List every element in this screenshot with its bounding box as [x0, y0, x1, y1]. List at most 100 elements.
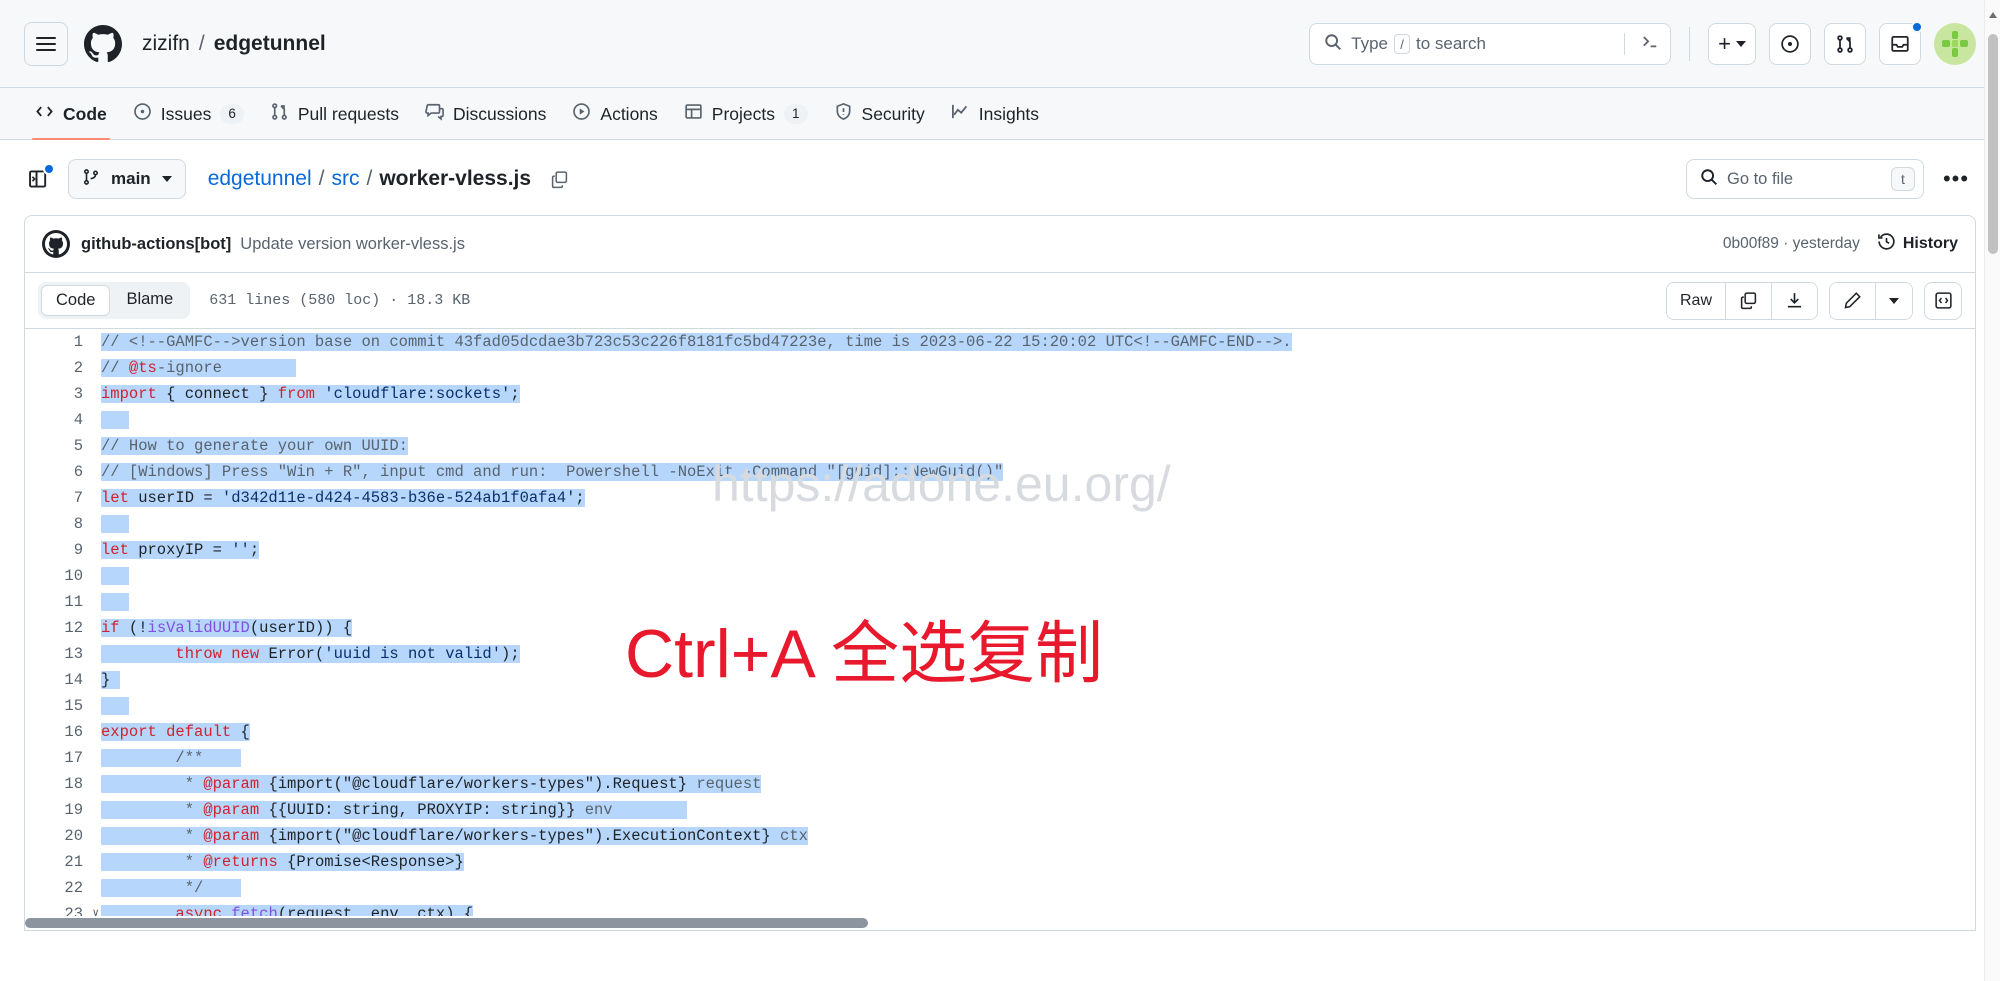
breadcrumb-repo[interactable]: edgetunnel	[214, 32, 326, 56]
terminal-prompt-icon[interactable]	[1640, 32, 1660, 57]
line-number[interactable]: 9	[25, 537, 101, 563]
line-content[interactable]: // [Windows] Press "Win + R", input cmd …	[101, 459, 1004, 485]
line-number[interactable]: 2	[25, 355, 101, 381]
code-token	[314, 385, 325, 403]
line-number[interactable]: 23 ∨	[25, 901, 101, 917]
search-input[interactable]: Type / to search	[1309, 23, 1672, 65]
tab-code-view[interactable]: Code	[41, 285, 111, 316]
edit-dropdown-button[interactable]	[1876, 282, 1912, 319]
code-symbols-icon[interactable]	[1924, 281, 1962, 320]
download-icon[interactable]	[1772, 282, 1817, 319]
tab-pull-requests-label: Pull requests	[297, 103, 400, 124]
line-number[interactable]: 6	[25, 459, 101, 485]
code-token	[203, 879, 241, 897]
tab-blame-view[interactable]: Blame	[112, 285, 187, 316]
line-number[interactable]: 4	[25, 407, 101, 433]
line-number[interactable]: 21	[25, 849, 101, 875]
raw-button[interactable]: Raw	[1666, 282, 1726, 319]
tab-issues[interactable]: Issues 6	[122, 102, 255, 139]
copy-raw-icon[interactable]	[1726, 282, 1772, 319]
line-content[interactable]: */	[101, 875, 241, 901]
line-content[interactable]: if (!isValidUUID(userID)) {	[101, 615, 353, 641]
hamburger-menu-icon[interactable]	[24, 21, 68, 66]
horizontal-scrollbar[interactable]	[25, 916, 1975, 930]
line-content[interactable]: async fetch(request, env, ctx) {	[101, 901, 474, 917]
chevron-down-icon[interactable]: ∨	[92, 901, 99, 917]
code-line: 17 /**	[25, 745, 1975, 771]
line-number[interactable]: 14	[25, 667, 101, 693]
commit-sha-and-time[interactable]: 0b00f89 · yesterday	[1723, 235, 1860, 253]
code-lines-container[interactable]: 1// <!--GAMFC-->version base on commit 4…	[25, 329, 1975, 917]
line-content[interactable]	[101, 407, 129, 433]
line-number[interactable]: 17	[25, 745, 101, 771]
line-number[interactable]: 19	[25, 797, 101, 823]
go-to-file-input[interactable]: Go to file t	[1686, 159, 1924, 199]
branch-selector[interactable]: main	[68, 159, 186, 199]
code-token: @returns	[203, 853, 278, 871]
pull-requests-button[interactable]	[1824, 23, 1866, 65]
breadcrumb-owner[interactable]: zizifn	[142, 32, 190, 56]
line-number[interactable]: 15	[25, 693, 101, 719]
line-content[interactable]: throw new Error('uuid is not valid');	[101, 641, 520, 667]
path-segment-repo[interactable]: edgetunnel	[208, 167, 312, 191]
copy-icon[interactable]	[550, 170, 569, 189]
tab-pull-requests[interactable]: Pull requests	[259, 102, 410, 139]
sidebar-expand-icon[interactable]	[24, 163, 55, 194]
code-token: *	[101, 853, 204, 871]
tab-insights[interactable]: Insights	[940, 102, 1050, 139]
line-content[interactable]: * @returns {Promise<Response>}	[101, 849, 464, 875]
line-content[interactable]: // @ts-ignore	[101, 355, 297, 381]
line-content[interactable]: // How to generate your own UUID:	[101, 433, 408, 459]
tab-discussions[interactable]: Discussions	[414, 102, 557, 139]
line-content[interactable]	[101, 589, 129, 615]
line-number[interactable]: 22	[25, 875, 101, 901]
line-number[interactable]: 11	[25, 589, 101, 615]
github-mark-icon[interactable]	[84, 24, 122, 63]
line-number[interactable]: 13	[25, 641, 101, 667]
path-segment-dir[interactable]: src	[331, 167, 359, 191]
commit-author[interactable]: github-actions[bot]	[81, 235, 231, 254]
tab-security[interactable]: Security	[823, 102, 936, 139]
line-number[interactable]: 18	[25, 771, 101, 797]
inbox-button[interactable]	[1879, 21, 1923, 65]
line-content[interactable]: let proxyIP = '';	[101, 537, 260, 563]
scroll-up-arrow-icon[interactable]	[1989, 12, 1997, 18]
pencil-edit-icon[interactable]	[1830, 282, 1876, 319]
line-content[interactable]: export default {	[101, 719, 250, 745]
page-scrollbar-thumb[interactable]	[1988, 34, 1998, 254]
line-content[interactable]	[101, 563, 129, 589]
line-number[interactable]: 7	[25, 485, 101, 511]
line-content[interactable]: let userID = 'd342d11e-d424-4583-b36e-52…	[101, 485, 585, 511]
code-token: from	[277, 385, 315, 403]
create-new-button[interactable]: +	[1708, 23, 1756, 65]
line-content[interactable]: * @param {import("@cloudflare/workers-ty…	[101, 823, 808, 849]
line-content[interactable]	[101, 693, 129, 719]
line-number[interactable]: 1	[25, 329, 101, 355]
line-content[interactable]: * @param {import("@cloudflare/workers-ty…	[101, 771, 762, 797]
issues-button[interactable]	[1769, 23, 1811, 65]
github-actions-avatar[interactable]	[42, 230, 70, 258]
comment-discussion-icon	[425, 102, 444, 126]
history-button[interactable]: History	[1877, 232, 1958, 256]
line-number[interactable]: 10	[25, 563, 101, 589]
line-number[interactable]: 5	[25, 433, 101, 459]
horizontal-scrollbar-thumb[interactable]	[25, 918, 868, 928]
line-content[interactable]: // <!--GAMFC-->version base on commit 43…	[101, 329, 1292, 355]
tab-code[interactable]: Code	[24, 102, 118, 140]
line-number[interactable]: 20	[25, 823, 101, 849]
page-vertical-scrollbar[interactable]	[1984, 0, 2000, 981]
line-content[interactable]: * @param {{UUID: string, PROXYIP: string…	[101, 797, 688, 823]
line-content[interactable]: import { connect } from 'cloudflare:sock…	[101, 381, 520, 407]
line-content[interactable]: }	[101, 667, 120, 693]
user-avatar[interactable]	[1934, 23, 1976, 65]
commit-message[interactable]: Update version worker-vless.js	[240, 235, 465, 254]
more-options-button[interactable]: •••	[1936, 159, 1976, 199]
line-content[interactable]	[101, 511, 129, 537]
line-number[interactable]: 16	[25, 719, 101, 745]
line-content[interactable]: /**	[101, 745, 241, 771]
line-number[interactable]: 3	[25, 381, 101, 407]
tab-projects[interactable]: Projects 1	[673, 102, 819, 139]
line-number[interactable]: 8	[25, 511, 101, 537]
tab-actions[interactable]: Actions	[561, 102, 668, 139]
line-number[interactable]: 12	[25, 615, 101, 641]
